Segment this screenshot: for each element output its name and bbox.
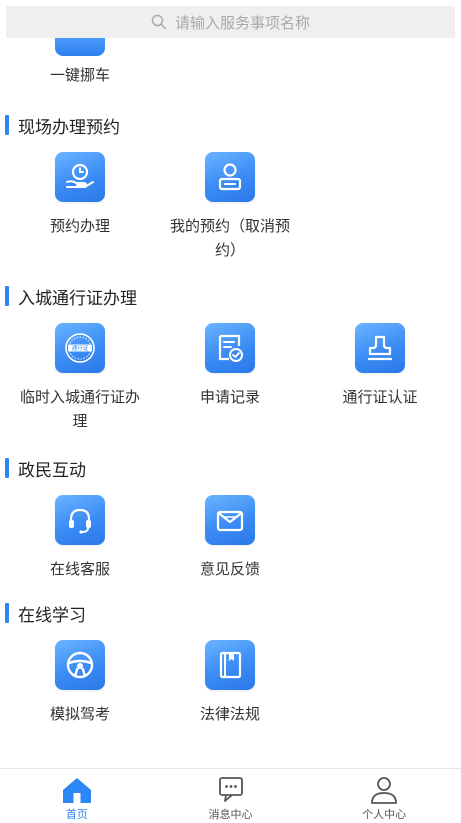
application-record-item[interactable]: 申请记录 [155,323,305,409]
nav-messages[interactable]: 消息中心 [154,769,308,823]
section-accent-bar [5,286,9,306]
stamp-text: 通行证 [72,344,89,352]
temp-pass-item[interactable]: 通行证 临时入城通行证办理 [5,323,155,433]
item-label: 申请记录 [199,388,260,406]
search-placeholder: 请输入服务事项名称 [174,13,310,32]
item-label: 在线客服 [49,560,110,578]
item-label: 预约办理 [49,217,110,235]
my-appointment-item[interactable]: 我的预约（取消预约） [155,152,305,262]
pass-stamp-icon: 通行证 [55,323,105,373]
item-label: 一键挪车 [49,66,110,84]
home-icon [62,778,91,803]
search-bar[interactable]: 请输入服务事项名称 [6,6,455,38]
user-icon [371,777,398,804]
item-label: 意见反馈 [199,560,260,578]
book-icon [205,640,255,690]
envelope-icon [205,495,255,545]
message-icon [218,777,243,802]
section-accent-bar [5,115,9,135]
item-label: 临时入城通行证办理 [19,388,140,430]
item-label: 通行证认证 [342,388,418,406]
steering-wheel-icon [55,640,105,690]
nav-home[interactable]: 首页 [0,769,154,823]
seal-icon [355,323,405,373]
search-icon [151,14,167,30]
document-check-icon [205,323,255,373]
online-service-item[interactable]: 在线客服 [5,495,155,581]
one-key-move-car[interactable]: 一键挪车 [30,38,130,85]
feedback-item[interactable]: 意见反馈 [155,495,305,581]
nav-profile[interactable]: 个人中心 [307,769,461,823]
laws-item[interactable]: 法律法规 [155,640,305,726]
section-accent-bar [5,458,9,478]
section-title-interaction: 政民互动 [5,457,86,481]
appointment-handle-item[interactable]: 预约办理 [5,152,155,238]
bottom-nav: 首页 消息中心 个人中心 [0,768,461,823]
item-label: 模拟驾考 [49,705,110,723]
driving-test-item[interactable]: 模拟驾考 [5,640,155,726]
person-card-icon [205,152,255,202]
section-accent-bar [5,603,9,623]
item-label: 我的预约（取消预约） [169,217,290,259]
item-label: 法律法规 [199,705,260,723]
headset-icon [55,495,105,545]
pass-certification-item[interactable]: 通行证认证 [305,323,455,409]
car-icon [55,38,105,56]
section-title-learning: 在线学习 [5,602,86,626]
section-title-appointment: 现场办理预约 [5,114,120,138]
service-list[interactable]: 一键挪车 现场办理预约 预约办理 我的预约（取消预约） 入城通行证办理 通行证 … [0,38,461,768]
hand-clock-icon [55,152,105,202]
section-title-city-pass: 入城通行证办理 [5,285,137,309]
